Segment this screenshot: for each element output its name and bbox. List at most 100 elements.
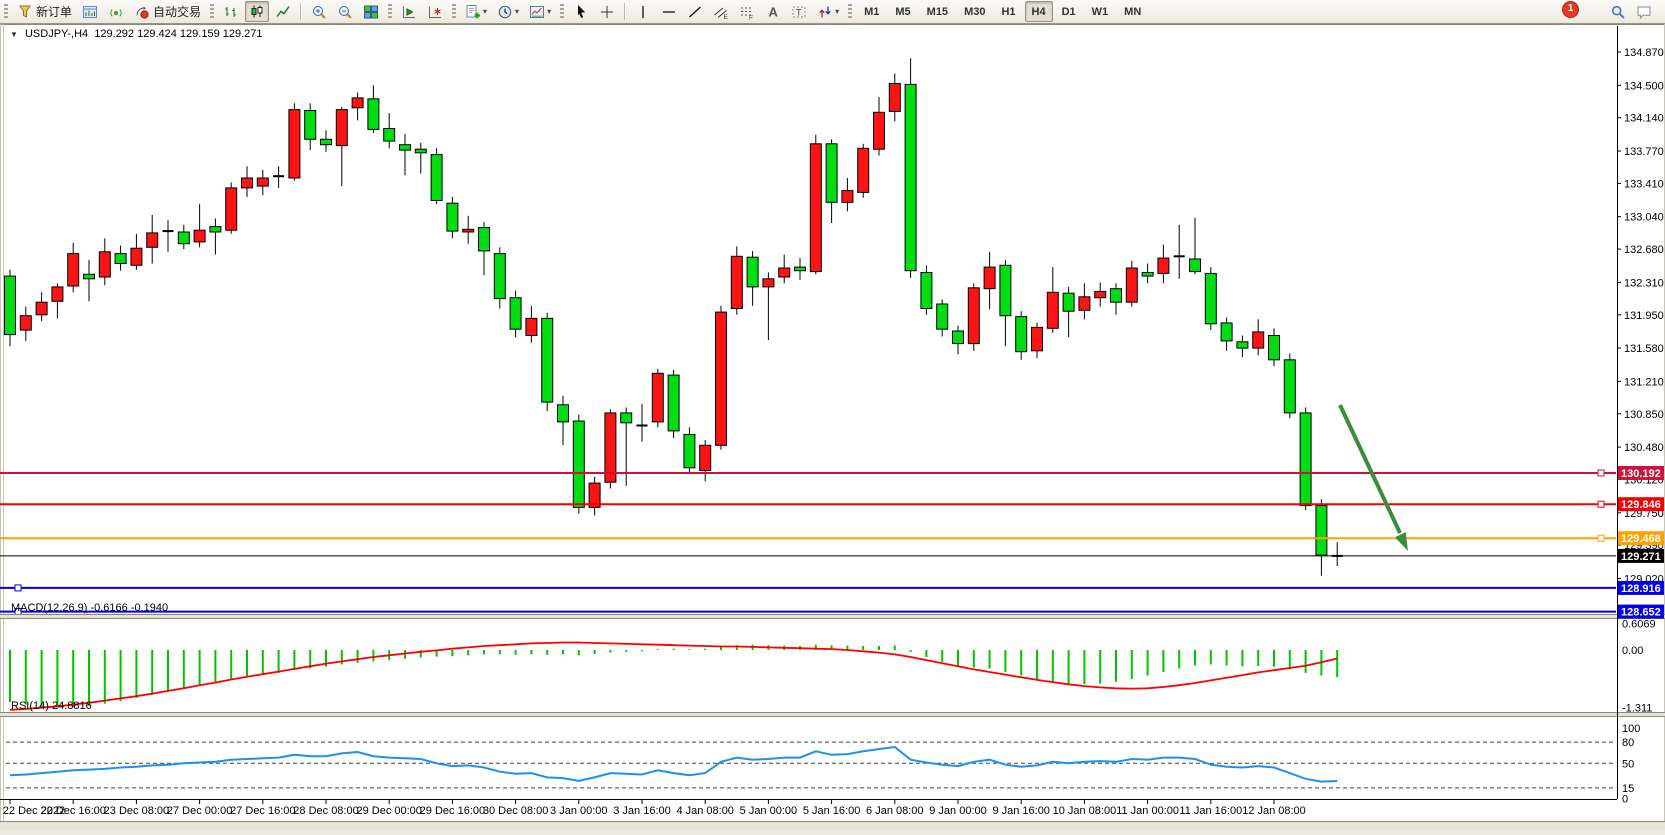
timeframe-h4-button[interactable]: H4 — [1025, 1, 1053, 22]
svg-text:T: T — [796, 7, 802, 17]
new-order-button[interactable]: 新订单 — [13, 1, 76, 22]
candle — [479, 228, 490, 251]
indicators-button[interactable]: ▾ — [461, 1, 491, 22]
candle — [1063, 293, 1074, 311]
zoom-out-icon — [337, 4, 353, 20]
chevron-down-icon[interactable]: ▼ — [10, 30, 18, 39]
dropdown-caret-icon[interactable]: ▾ — [483, 7, 487, 16]
charts-window-button[interactable] — [78, 1, 102, 22]
horizontal-line-button[interactable] — [657, 1, 681, 22]
timeframe-d1-button[interactable]: D1 — [1055, 1, 1083, 22]
zoom-in-button[interactable] — [307, 1, 331, 22]
price-tick-label: 131.580 — [1624, 343, 1664, 355]
line-handle[interactable] — [1598, 535, 1604, 541]
text-button[interactable]: A — [761, 1, 785, 22]
signals-button[interactable] — [104, 1, 128, 22]
templates-icon — [529, 4, 545, 20]
candle — [874, 112, 885, 149]
rsi-indicator-label: RSI(14) 24.8816 — [11, 700, 92, 712]
dropdown-caret-icon[interactable]: ▾ — [547, 7, 551, 16]
charts-window-icon — [82, 4, 98, 20]
candle — [1205, 273, 1216, 323]
trendline-icon — [687, 4, 703, 20]
autotrading-button[interactable]: 自动交易 — [130, 1, 205, 22]
vertical-line-button[interactable] — [631, 1, 655, 22]
candle — [52, 287, 63, 301]
comments-button[interactable] — [1632, 1, 1656, 22]
templates-button[interactable]: ▾ — [525, 1, 555, 22]
zoom-out-button[interactable] — [333, 1, 357, 22]
toolbar-grip — [452, 4, 456, 20]
zoom-in-icon — [311, 4, 327, 20]
line-handle[interactable] — [1598, 501, 1604, 507]
time-tick-label: 9 Jan 16:00 — [992, 805, 1050, 817]
toolbar: 新订单 自动交易 ▾ ▾ ▾ E F A T ▾ M1M5M15M30H1H4D1W1MN — [0, 0, 1665, 24]
cursor-button[interactable] — [569, 1, 593, 22]
tile-windows-icon — [363, 4, 379, 20]
arrows-button[interactable]: ▾ — [813, 1, 843, 22]
bar-chart-icon — [223, 4, 239, 20]
candle — [905, 84, 916, 270]
chart-title[interactable]: ▼ USDJPY-,H4 129.292 129.424 129.159 129… — [10, 28, 263, 40]
tile-windows-button[interactable] — [359, 1, 383, 22]
search-button[interactable] — [1606, 1, 1630, 22]
candle — [1079, 297, 1090, 311]
chart-canvas[interactable]: 134.870134.500134.140133.770133.410133.0… — [0, 24, 1665, 830]
candle — [763, 279, 774, 287]
line-handle[interactable] — [1598, 470, 1604, 476]
price-tick-label: 131.210 — [1624, 376, 1664, 388]
price-badge-label: 128.652 — [1621, 607, 1661, 619]
toolbar-grip — [388, 4, 392, 20]
new-order-label: 新订单 — [36, 3, 72, 20]
timeframe-h1-button[interactable]: H1 — [994, 1, 1022, 22]
text-label-icon: T — [791, 4, 807, 20]
timeframe-m30-button[interactable]: M30 — [957, 1, 992, 22]
timeframe-m1-button[interactable]: M1 — [857, 1, 886, 22]
candle — [20, 316, 31, 330]
candle — [684, 435, 695, 468]
candle — [115, 254, 126, 264]
bar-chart-button[interactable] — [219, 1, 243, 22]
text-label-button[interactable]: T — [787, 1, 811, 22]
periods-button[interactable]: ▾ — [493, 1, 523, 22]
timeframe-m5-button[interactable]: M5 — [888, 1, 917, 22]
price-tick-label: 134.140 — [1624, 113, 1664, 125]
candlestick-chart-button[interactable] — [245, 1, 269, 22]
timeframe-mn-button[interactable]: MN — [1117, 1, 1148, 22]
time-tick-label: 4 Jan 08:00 — [676, 805, 734, 817]
equidistant-channel-button[interactable]: E — [709, 1, 733, 22]
price-badge-label: 129.271 — [1621, 551, 1661, 563]
line-chart-button[interactable] — [271, 1, 295, 22]
notification-badge[interactable]: 1 — [1562, 1, 1579, 18]
auto-scroll-button[interactable] — [397, 1, 421, 22]
price-tick-label: 134.870 — [1624, 47, 1664, 59]
cursor-icon — [573, 4, 589, 20]
candle — [242, 178, 253, 188]
svg-text:F: F — [749, 14, 753, 20]
chart-ohlc-values: 129.292 129.424 129.159 129.271 — [94, 28, 262, 40]
time-tick-label: 5 Jan 16:00 — [803, 805, 861, 817]
timeframe-w1-button[interactable]: W1 — [1085, 1, 1116, 22]
line-handle[interactable] — [15, 585, 21, 591]
time-tick-label: 29 Dec 00:00 — [356, 805, 421, 817]
macd-scale-label: 0.00 — [1622, 645, 1643, 657]
candle — [147, 233, 158, 247]
candle — [526, 318, 537, 335]
dropdown-caret-icon[interactable]: ▾ — [835, 7, 839, 16]
timeframe-m15-button[interactable]: M15 — [920, 1, 955, 22]
candle — [384, 129, 395, 142]
candle — [937, 304, 948, 329]
toolbar-right-icons — [1605, 0, 1657, 23]
toolbar-separator — [300, 3, 302, 20]
price-tick-label: 133.410 — [1624, 178, 1664, 190]
candle — [921, 273, 932, 309]
candle — [558, 405, 569, 422]
time-tick-label: 27 Dec 16:00 — [230, 805, 295, 817]
time-tick-label: 28 Dec 08:00 — [293, 805, 358, 817]
crosshair-button[interactable] — [595, 1, 619, 22]
candle — [131, 248, 142, 265]
dropdown-caret-icon[interactable]: ▾ — [515, 7, 519, 16]
fibonacci-button[interactable]: F — [735, 1, 759, 22]
trendline-button[interactable] — [683, 1, 707, 22]
chart-shift-button[interactable] — [423, 1, 447, 22]
